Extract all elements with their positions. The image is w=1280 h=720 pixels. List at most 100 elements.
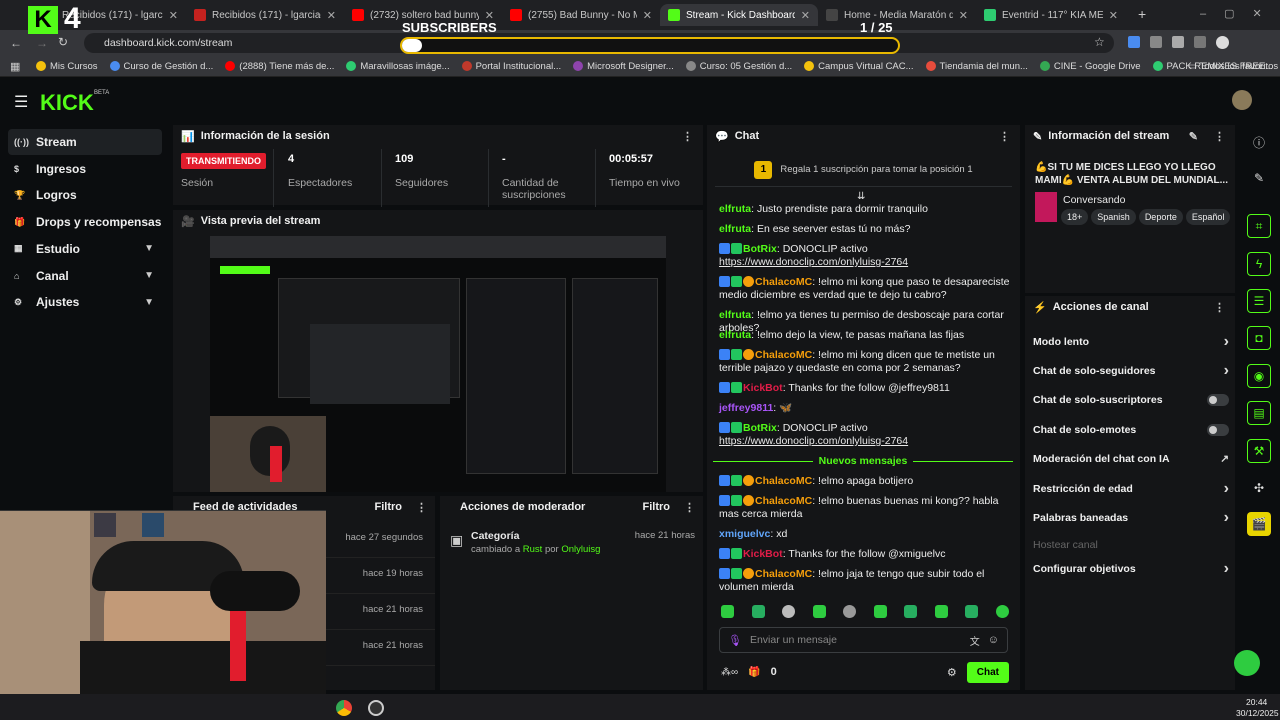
kick-logo[interactable]: KICK [40,90,94,116]
tab-close-icon[interactable]: ✕ [643,9,652,22]
window-controls[interactable]: –▢✕ [1200,7,1280,20]
chat-username[interactable]: elfruta [719,309,751,321]
emote-icon[interactable] [965,605,979,618]
emote-icon[interactable] [812,605,826,618]
chat-username[interactable]: ChalacoMC [755,276,812,288]
chat-scroll-icon[interactable]: ⇊ [857,191,865,202]
chat-username[interactable]: KickBot [743,382,783,394]
emote-icon[interactable] [873,605,887,618]
pencil-icon[interactable]: ✎ [1247,166,1271,190]
bookmark-item[interactable]: Curso: 05 Gestión d... [685,61,792,72]
emote-icon[interactable] [995,605,1009,618]
stream-category[interactable]: Conversando [1063,194,1125,206]
stream-video[interactable] [210,236,666,492]
stream-tag[interactable]: Spanish [1091,209,1136,225]
chat-link[interactable]: https://www.donoclip.com/onlyluisg-2764 [719,256,908,268]
browser-tab[interactable]: Home - Media Maratón de Lim ✕ [818,4,976,26]
chat-menu-icon[interactable]: ⋮ [999,130,1010,143]
feed-filter-button[interactable]: Filtro [375,501,403,513]
bookmark-item[interactable]: Microsoft Designer... [573,61,674,72]
browser-tab[interactable]: Recibidos (171) - lgarciad30@g✕ [36,4,186,26]
toggle-switch[interactable] [1207,394,1229,406]
streaminfo-menu-icon[interactable]: ⋮ [1214,130,1225,143]
chat-username[interactable]: ChalacoMC [755,349,812,361]
mod-cat-user[interactable]: Onlyluisg [561,544,600,555]
bookmark-item[interactable]: Curso de Gestión d... [109,61,213,72]
chat-username[interactable]: elfruta [719,329,751,341]
sidebar-item-drops[interactable]: 🎁 Drops y recompensas [8,209,162,235]
bookmark-item[interactable]: CINE - Google Drive [1039,61,1141,72]
broadcast-icon[interactable]: ◉ [1247,364,1271,388]
mod-menu-icon[interactable]: ⋮ [684,501,695,514]
extensions-icons[interactable] [1128,36,1229,49]
chat-settings-icon[interactable]: ⚙ [947,666,957,679]
emote-icon[interactable] [721,605,734,618]
obs-taskbar-icon[interactable] [368,700,384,716]
bolt-icon[interactable]: ϟ [1247,252,1271,276]
mod-cat-value[interactable]: Rust [523,544,543,555]
chat-username[interactable]: jeffrey9811 [719,402,773,414]
toggle-switch[interactable] [1207,424,1229,436]
action-palabras-baneadas[interactable]: Palabras baneadas › [1033,507,1229,529]
mic-icon[interactable]: 🎙 [728,634,742,647]
emote-icon[interactable] [843,605,857,618]
browser-tab[interactable]: (2755) Bad Bunny - No Me Qui ✕ [502,4,660,26]
menu-icon[interactable]: ☰ [14,92,28,112]
sidebar-item-logros[interactable]: 🏆 Logros [8,182,162,208]
crop-icon[interactable]: ⌗ [1247,214,1271,238]
actions-menu-icon[interactable]: ⋮ [1214,301,1225,314]
action-modo-lento[interactable]: Modo lento › [1033,331,1229,353]
chat-username[interactable]: elfruta [719,203,751,215]
action-moderaci-n-del-chat-con-ia[interactable]: Moderación del chat con IA ↗ [1033,448,1229,470]
feed-menu-icon[interactable]: ⋮ [416,501,427,514]
edit-icon[interactable]: ✎ [1189,130,1198,143]
layout-icon[interactable]: ▤ [1247,401,1271,425]
emote-icon[interactable] [934,605,948,618]
stream-tag[interactable]: Español [1185,209,1231,225]
browser-tab[interactable]: Recibidos (171) - lgarciad30@g✕ [186,4,344,26]
wrench-icon[interactable]: ⚒ [1247,439,1271,463]
action-restricci-n-de-edad[interactable]: Restricción de edad › [1033,478,1229,500]
points-icon[interactable]: ⁂∞ [721,667,738,678]
sidebar-item-ajustes[interactable]: ⚙ Ajustes ▼ [8,289,162,315]
tab-close-icon[interactable]: ✕ [327,9,336,22]
emote-icon[interactable] [904,605,918,618]
emote-icon[interactable] [782,605,796,618]
info-icon[interactable]: ⓘ [1247,130,1271,154]
chat-username[interactable]: KickBot [743,548,783,560]
tab-close-icon[interactable]: ✕ [169,9,178,22]
gift-icon[interactable]: 🎁 [748,667,760,678]
apps-icon[interactable]: ▦ [10,60,20,73]
mod-filter-button[interactable]: Filtro [643,501,671,513]
bookmark-item[interactable]: Tiendamia del mun... [925,61,1028,72]
avatar[interactable] [1232,90,1252,110]
list-icon[interactable]: ☰ [1247,289,1271,313]
new-tab-button[interactable]: + [1138,6,1146,22]
browser-tab[interactable]: Stream - Kick Dashboard ✕ [660,4,818,26]
action-chat-de-solo-emotes[interactable]: Chat de solo-emotes [1033,419,1229,441]
chat-username[interactable]: xmiguelvc [719,528,770,540]
emote-icon[interactable] [751,605,765,618]
star-icon[interactable]: ☆ [1094,35,1105,49]
bookmark-item[interactable]: (2888) Tiene más de... [225,61,334,72]
action-chat-de-solo-suscriptores[interactable]: Chat de solo-suscriptores [1033,389,1229,411]
bookmark-item[interactable]: Mis Cursos [36,61,98,72]
puzzle-icon[interactable]: ✣ [1247,476,1271,500]
stream-tag[interactable]: 18+ [1061,209,1089,225]
chat-link[interactable]: https://www.donoclip.com/onlyluisg-2764 [719,435,908,447]
chat-username[interactable]: ChalacoMC [755,568,812,580]
sidebar-item-canal[interactable]: ⌂ Canal ▼ [8,263,162,289]
chat-bubble-icon[interactable]: ◘ [1247,326,1271,350]
action-configurar-objetivos[interactable]: Configurar objetivos › [1033,558,1229,580]
forward-icon[interactable]: → [36,36,48,50]
reload-icon[interactable]: ↻ [58,35,68,49]
session-menu-icon[interactable]: ⋮ [682,130,693,143]
chat-send-button[interactable]: Chat [966,661,1009,683]
translate-icon[interactable]: 文 [970,633,980,648]
browser-tab[interactable]: Eventrid - 117° KIA MEDIA MAR ✕ [976,4,1126,26]
stream-tag[interactable]: Deporte [1138,209,1183,225]
tab-close-icon[interactable]: ✕ [801,9,810,22]
chat-username[interactable]: ChalacoMC [755,495,812,507]
chat-username[interactable]: BotRix [743,243,777,255]
green-bubble-icon[interactable] [1234,650,1260,676]
